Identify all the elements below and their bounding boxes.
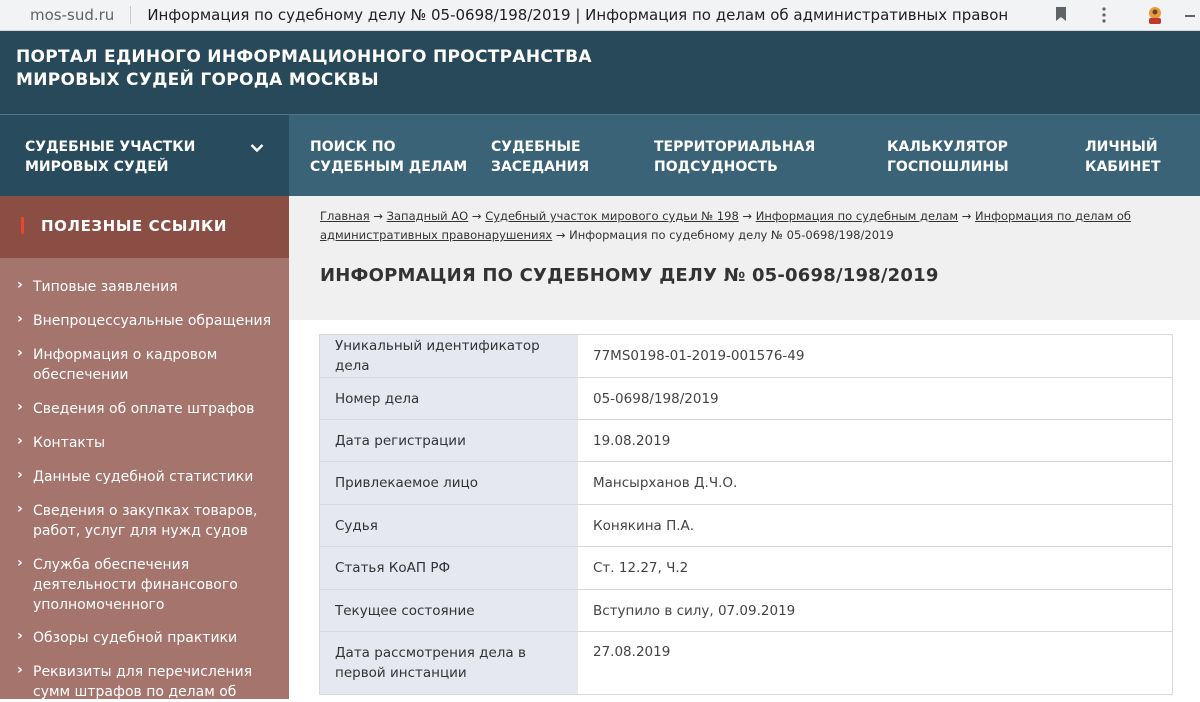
row-label: Уникальный идентификатор дела — [320, 335, 578, 377]
table-row: Статья КоАП РФ Ст. 12.27, Ч.2 — [320, 547, 1172, 590]
row-label: Дата регистрации — [320, 420, 578, 461]
main-nav: СУДЕБНЫЕ УЧАСТКИ МИРОВЫХ СУДЕЙ ПОИСК ПО СУ… — [0, 114, 1200, 197]
row-label: Дата рассмотрения дела в первой инстанци… — [320, 632, 578, 694]
nav-item-account[interactable]: ЛИЧНЫЙ КАБИНЕТ — [1085, 137, 1161, 177]
breadcrumb-link[interactable]: Информация по судебным делам — [756, 209, 958, 223]
chevron-right-icon: › — [17, 662, 23, 678]
row-value: 77MS0198-01-2019-001576-49 — [578, 335, 1172, 377]
breadcrumb-separator: → — [742, 209, 753, 223]
sidebar-item-label: Служба обеспечения деятельности финансов… — [33, 557, 238, 613]
sidebar-item-label: Реквизиты для перечисления сумм штрафов … — [33, 664, 253, 700]
url-domain[interactable]: mos-sud.ru — [30, 6, 114, 24]
sidebar-item-label: Обзоры судебной практики — [33, 630, 238, 646]
table-row: Номер дела 05-0698/198/2019 — [320, 378, 1172, 420]
table-row: Текущее состояние Вступило в силу, 07.09… — [320, 590, 1172, 632]
row-value: 05-0698/198/2019 — [578, 378, 1172, 419]
row-value: 19.08.2019 — [578, 420, 1172, 461]
menu-dots-icon[interactable] — [1100, 5, 1108, 25]
sidebar-item-label: Типовые заявления — [33, 279, 178, 295]
breadcrumb-separator: → — [961, 209, 972, 223]
row-label: Номер дела — [320, 378, 578, 419]
chevron-right-icon: › — [17, 399, 23, 415]
page-title: ИНФОРМАЦИЯ ПО СУДЕБНОМУ ДЕЛУ № 05-0698/1… — [320, 265, 939, 286]
site-title[interactable]: ПОРТАЛ ЕДИНОГО ИНФОРМАЦИОННОГО ПРОСТРАНС… — [16, 46, 592, 92]
browser-toolbar: mos-sud.ru Информация по судебному делу … — [0, 0, 1200, 31]
row-value: Мансырханов Д.Ч.О. — [578, 462, 1172, 504]
site-header: ПОРТАЛ ЕДИНОГО ИНФОРМАЦИОННОГО ПРОСТРАНС… — [0, 31, 1200, 114]
nav-item-hearings[interactable]: СУДЕБНЫЕ ЗАСЕДАНИЯ — [491, 137, 589, 177]
sidebar: ПОЛЕЗНЫЕ ССЫЛКИ › Типовые заявления › Вн… — [0, 196, 289, 700]
url-divider — [130, 6, 132, 24]
row-value: Вступило в силу, 07.09.2019 — [578, 590, 1172, 631]
chevron-right-icon: › — [17, 345, 23, 361]
nav-item-fee-calculator[interactable]: КАЛЬКУЛЯТОР ГОСПОШЛИНЫ — [887, 137, 1009, 177]
sidebar-item-label: Контакты — [33, 435, 106, 451]
breadcrumb-separator: → — [373, 209, 383, 223]
breadcrumb: Главная → Западный АО → Судебный участок… — [320, 207, 1180, 245]
sidebar-heading: ПОЛЕЗНЫЕ ССЫЛКИ — [0, 196, 289, 258]
row-label: Судья — [320, 505, 578, 546]
chevron-right-icon: › — [17, 628, 23, 644]
table-row: Привлекаемое лицо Мансырханов Д.Ч.О. — [320, 462, 1172, 505]
site-title-line2: МИРОВЫХ СУДЕЙ ГОРОДА МОСКВЫ — [16, 70, 379, 90]
breadcrumb-separator: → — [471, 209, 482, 223]
breadcrumb-link[interactable]: Главная — [320, 209, 370, 223]
chevron-right-icon: › — [17, 555, 23, 571]
chevron-right-icon: › — [17, 501, 23, 517]
row-label: Привлекаемое лицо — [320, 462, 578, 504]
table-row: Уникальный идентификатор дела 77MS0198-0… — [320, 335, 1172, 378]
row-value: Конякина П.А. — [578, 505, 1172, 546]
extension-icon[interactable] — [1144, 4, 1166, 26]
sidebar-item-label: Внепроцессуальные обращения — [33, 313, 271, 329]
sidebar-item-label: Информация о кадровом обеспечении — [33, 347, 218, 383]
chevron-right-icon: › — [17, 277, 23, 293]
row-value: Ст. 12.27, Ч.2 — [578, 547, 1172, 589]
sidebar-item-label: Сведения о закупках товаров, работ, услу… — [33, 503, 258, 539]
bookmark-icon[interactable] — [1055, 6, 1067, 22]
nav-item-case-search[interactable]: ПОИСК ПО СУДЕБНЫМ ДЕЛАМ — [310, 137, 467, 177]
sidebar-heading-accent — [21, 217, 24, 234]
sidebar-item-label: Сведения об оплате штрафов — [33, 401, 255, 417]
browser-page-title: Информация по судебному делу № 05-0698/1… — [147, 6, 1008, 24]
table-row: Судья Конякина П.А. — [320, 505, 1172, 547]
sidebar-item-label: Данные судебной статистики — [33, 469, 254, 485]
chevron-right-icon: › — [17, 311, 23, 327]
nav-item-courts[interactable]: СУДЕБНЫЕ УЧАСТКИ МИРОВЫХ СУДЕЙ — [0, 115, 289, 197]
chevron-down-icon[interactable] — [250, 143, 264, 153]
breadcrumb-current: Информация по судебному делу № 05-0698/1… — [569, 228, 894, 242]
chevron-right-icon: › — [17, 433, 23, 449]
row-label: Текущее состояние — [320, 590, 578, 631]
minimize-icon[interactable] — [1183, 4, 1197, 26]
breadcrumb-link[interactable]: Судебный участок мирового судьи № 198 — [485, 209, 739, 223]
breadcrumb-link[interactable]: Западный АО — [387, 209, 469, 223]
case-info-table: Уникальный идентификатор дела 77MS0198-0… — [319, 334, 1173, 695]
site-title-line1: ПОРТАЛ ЕДИНОГО ИНФОРМАЦИОННОГО ПРОСТРАНС… — [16, 47, 592, 67]
nav-item-jurisdiction[interactable]: ТЕРРИТОРИАЛЬНАЯ ПОДСУДНОСТЬ — [654, 137, 815, 177]
chevron-right-icon: › — [17, 467, 23, 483]
sidebar-heading-text: ПОЛЕЗНЫЕ ССЫЛКИ — [41, 217, 228, 235]
table-row: Дата регистрации 19.08.2019 — [320, 420, 1172, 462]
row-value: 27.08.2019 — [578, 632, 1172, 694]
table-row: Дата рассмотрения дела в первой инстанци… — [320, 632, 1172, 694]
row-label: Статья КоАП РФ — [320, 547, 578, 589]
breadcrumb-separator: → — [555, 228, 566, 242]
nav-item-courts-label: СУДЕБНЫЕ УЧАСТКИ МИРОВЫХ СУДЕЙ — [25, 139, 196, 175]
